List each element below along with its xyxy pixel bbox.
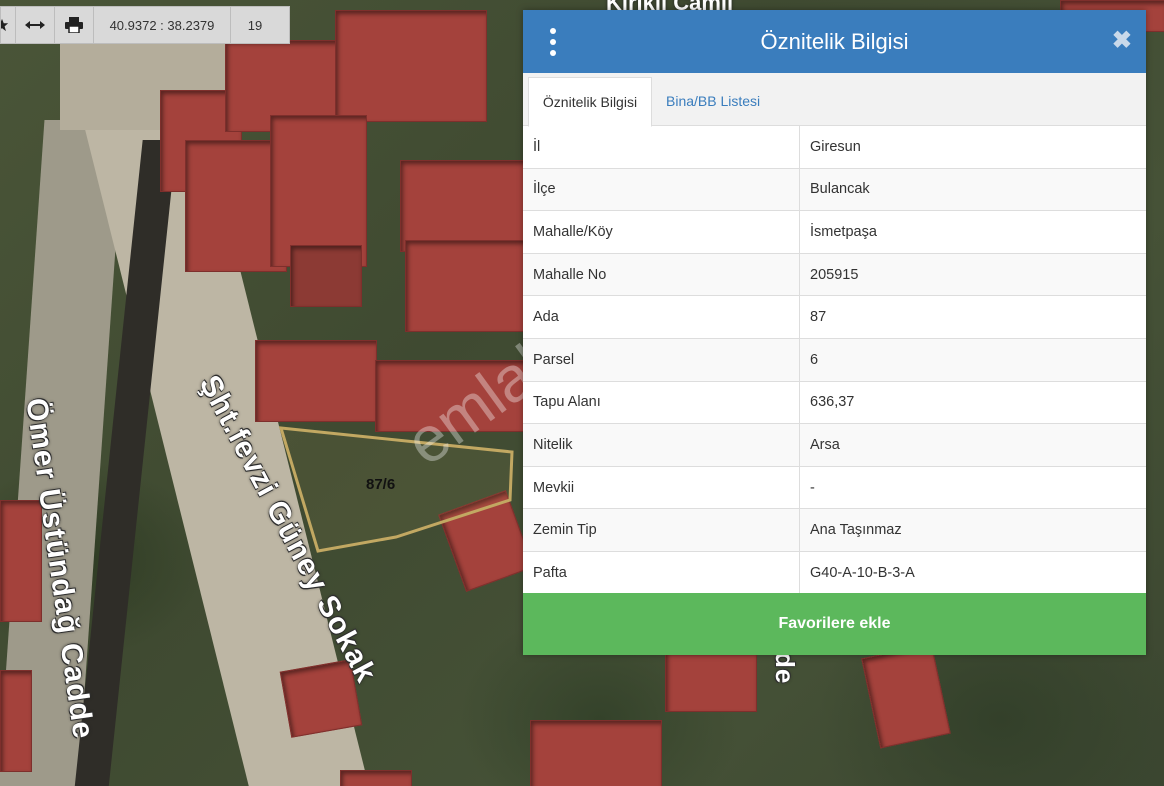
close-icon[interactable]: ✖ [1112,27,1132,55]
table-row: Tapu Alanı 636,37 [523,381,1146,425]
panel-header: Öznitelik Bilgisi ✖ [523,10,1146,73]
row-value: İsmetpaşa [799,210,1146,254]
table-row: Ada 87 [523,295,1146,339]
parcel-label: 87/6 [366,476,396,493]
tab-building-list[interactable]: Bina/BB Listesi [666,77,760,125]
row-value: Giresun [799,126,1146,169]
table-row: Parsel 6 [523,338,1146,382]
panel-tabs: Öznitelik Bilgisi Bina/BB Listesi [523,73,1146,127]
table-row: Mahalle/Köy İsmetpaşa [523,210,1146,254]
row-value: Arsa [799,423,1146,467]
row-value: Bulancak [799,168,1146,212]
table-row: İl Giresun [523,126,1146,169]
row-value: - [799,466,1146,510]
add-to-favorites-button[interactable]: Favorilere ekle [523,593,1146,655]
star-icon[interactable] [1,7,16,43]
vertical-dots-menu-icon[interactable] [545,28,561,56]
coordinates-readout: 40.9372 : 38.2379 [94,7,231,43]
row-key: Nitelik [523,423,800,467]
panel-title: Öznitelik Bilgisi [760,28,909,54]
table-row: Mevkii - [523,466,1146,510]
table-row: Zemin Tip Ana Taşınmaz [523,508,1146,552]
table-row: İlçe Bulancak [523,168,1146,212]
row-key: Tapu Alanı [523,381,800,425]
map-toolbar: 40.9372 : 38.2379 19 [0,6,290,44]
row-value: 6 [799,338,1146,382]
table-row: Nitelik Arsa [523,423,1146,467]
attribute-panel: Öznitelik Bilgisi ✖ Öznitelik Bilgisi Bi… [523,10,1146,655]
tab-attributes[interactable]: Öznitelik Bilgisi [528,77,652,127]
row-key: Mahalle/Köy [523,210,800,254]
table-row: Mahalle No 205915 [523,253,1146,297]
row-value: 87 [799,295,1146,339]
attribute-table: İl Giresun İlçe Bulancak Mahalle/Köy İsmetp… [523,126,1146,595]
arrows-horizontal-icon[interactable] [16,7,55,43]
row-key: İlçe [523,168,800,212]
row-key: Mahalle No [523,253,800,297]
row-key: Zemin Tip [523,508,800,552]
row-key: İl [523,126,800,169]
zoom-level: 19 [247,17,263,33]
row-key: Ada [523,295,800,339]
row-value: 205915 [799,253,1146,297]
row-key: Parsel [523,338,800,382]
row-value: G40-A-10-B-3-A [799,551,1146,595]
row-key: Mevkii [523,466,800,510]
row-key: Pafta [523,551,800,595]
print-icon[interactable] [55,7,94,43]
street-label-partial: de [770,652,800,685]
table-row: Pafta G40-A-10-B-3-A [523,551,1146,595]
row-value: Ana Taşınmaz [799,508,1146,552]
row-value: 636,37 [799,381,1146,425]
